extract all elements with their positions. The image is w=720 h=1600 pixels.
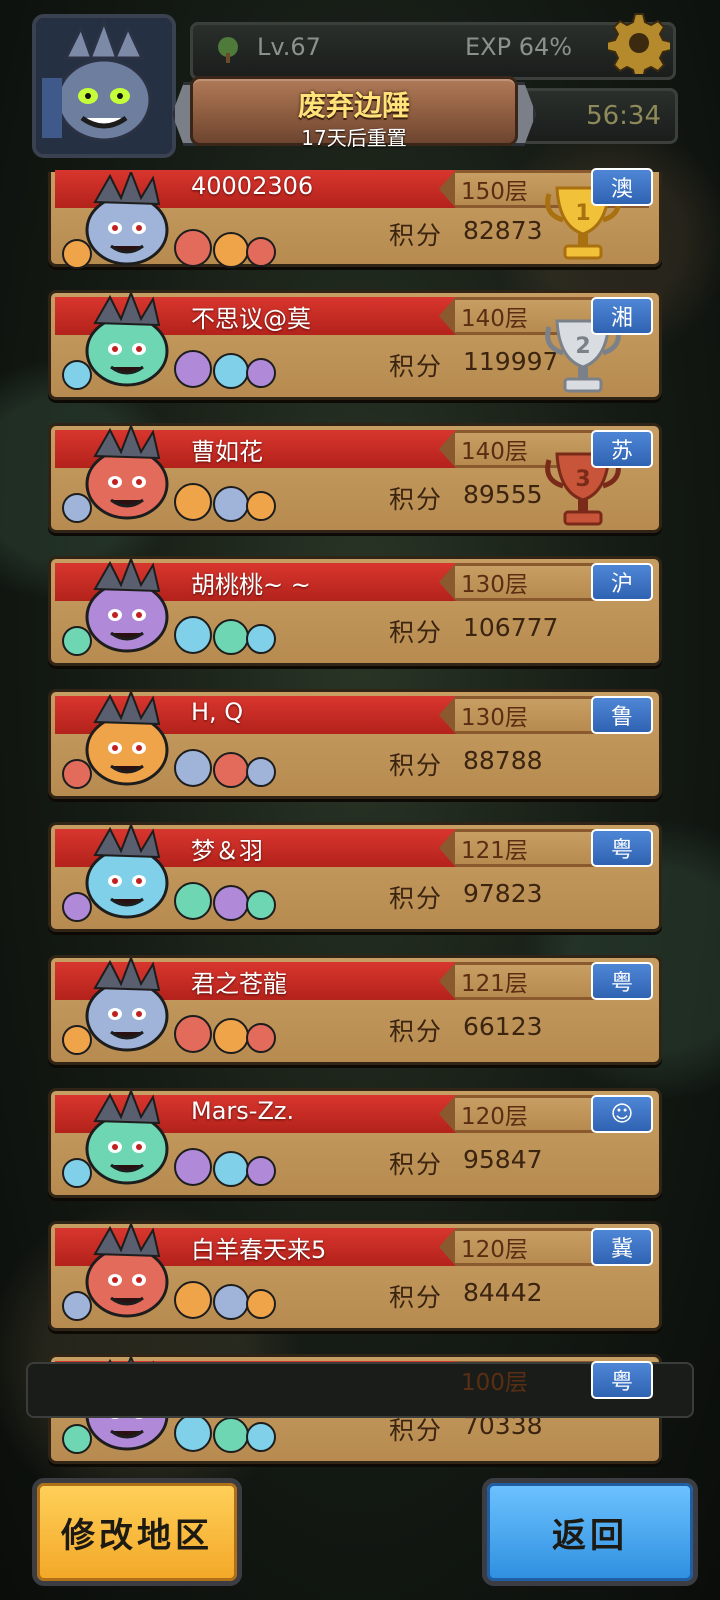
region-badge: 苏	[591, 430, 653, 468]
ranking-row[interactable]: 胡桃桃~ ~ 130层 积分 106777 沪	[48, 556, 662, 666]
ranking-row[interactable]: 曹如花 140层 积分 89555 苏 3	[48, 423, 662, 533]
svg-text:1: 1	[575, 201, 590, 226]
ranking-row[interactable]: H, Q 130层 积分 88788 鲁	[48, 689, 662, 799]
region-badge: 澳	[591, 168, 653, 206]
event-title: 废弃边陲	[297, 89, 410, 122]
reset-countdown: 17天后重置	[301, 126, 407, 150]
score-label: 积分	[389, 618, 444, 647]
level-text: Lv.67	[257, 33, 321, 61]
floor-count: 121层	[461, 838, 528, 864]
floor-count: 140层	[461, 439, 528, 465]
ranking-list[interactable]: 40002306 150层 积分 82873 澳 1 不思议@莫 140层 积分 119997 湘 2…	[48, 168, 662, 1487]
player-name: 曹如花	[191, 438, 263, 466]
floor-count: 130层	[461, 572, 528, 598]
hero-team-icon	[55, 692, 285, 796]
ranking-row[interactable]: 40002306 150层 积分 82873 澳 1	[48, 168, 662, 269]
player-name: 不思议@莫	[191, 305, 311, 333]
score-value: 66123	[463, 1012, 543, 1041]
score-value: 84442	[463, 1278, 543, 1307]
floor-count: 120层	[461, 1237, 528, 1263]
region-badge: 沪	[591, 563, 653, 601]
settings-gear-icon[interactable]	[608, 12, 670, 74]
back-button[interactable]: 返回	[482, 1478, 698, 1586]
score-value: 97823	[463, 879, 543, 908]
svg-text:2: 2	[575, 334, 590, 359]
floor-count: 120层	[461, 1104, 528, 1130]
region-badge: ☺	[591, 1095, 653, 1133]
exp-text: EXP 64%	[465, 33, 573, 61]
player-avatar[interactable]	[32, 14, 176, 158]
region-badge: 粤	[591, 829, 653, 867]
player-name: 40002306	[191, 172, 314, 200]
player-name: 胡桃桃~ ~	[191, 571, 311, 599]
score-label: 积分	[389, 352, 444, 381]
ranking-row[interactable]: 白羊春天来5 120层 积分 84442 冀	[48, 1221, 662, 1331]
score-label: 积分	[389, 221, 444, 250]
ranking-row[interactable]: 君之苍龍 121层 积分 66123 粤	[48, 955, 662, 1065]
region-badge: 湘	[591, 297, 653, 335]
score-label: 积分	[389, 1150, 444, 1179]
avatar-portrait-icon	[36, 18, 172, 154]
score-value: 88788	[463, 746, 543, 775]
score-value: 89555	[463, 480, 543, 509]
player-name: Mars-Zz.	[191, 1097, 295, 1125]
score-value: 82873	[463, 216, 543, 245]
score-value: 95847	[463, 1145, 543, 1174]
floor-count: 100层	[461, 1370, 528, 1396]
score-value: 106777	[463, 613, 559, 642]
region-badge: 冀	[591, 1228, 653, 1266]
score-label: 积分	[389, 751, 444, 780]
score-label: 积分	[389, 884, 444, 913]
region-badge: 粤	[591, 962, 653, 1000]
ranking-row[interactable]: Mars-Zz. 120层 积分 95847 ☺	[48, 1088, 662, 1198]
score-label: 积分	[389, 1283, 444, 1312]
player-name: 君之苍龍	[191, 970, 287, 998]
region-badge: 粤	[591, 1361, 653, 1399]
ranking-row[interactable]: 梦＆羽 121层 积分 97823 粤	[48, 822, 662, 932]
score-label: 积分	[389, 1017, 444, 1046]
player-name: H, Q	[191, 698, 244, 726]
ranking-row[interactable]: 不思议@莫 140层 积分 119997 湘 2	[48, 290, 662, 400]
floor-count: 140层	[461, 306, 528, 332]
svg-text:3: 3	[575, 467, 590, 492]
floor-count: 130层	[461, 705, 528, 731]
region-badge: 鲁	[591, 696, 653, 734]
player-name: 白羊春天来5	[191, 1236, 327, 1264]
floor-count: 121层	[461, 971, 528, 997]
floor-count: 150层	[461, 179, 528, 205]
timer-text: 56:34	[586, 101, 661, 131]
tree-icon	[218, 37, 238, 63]
player-name: 梦＆羽	[191, 837, 263, 865]
score-label: 积分	[389, 485, 444, 514]
event-banner: 废弃边陲 17天后重置	[172, 72, 536, 150]
change-region-button[interactable]: 修改地区	[32, 1478, 242, 1586]
timer-panel: 56:34	[520, 88, 678, 144]
